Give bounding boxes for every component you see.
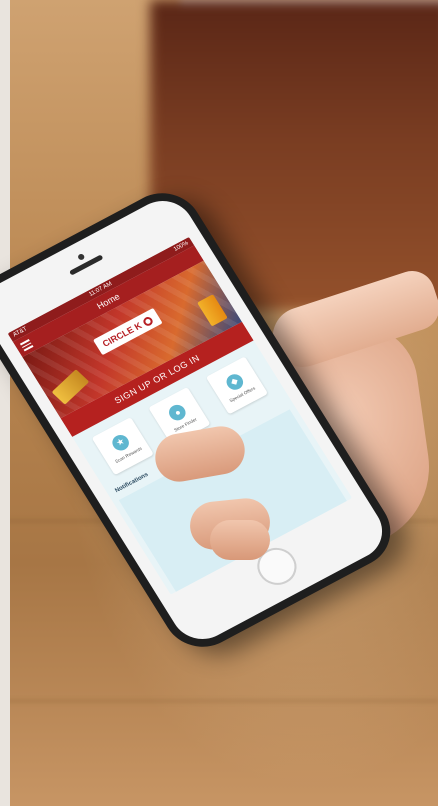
pin-icon: ● bbox=[166, 401, 189, 423]
photo-background: AT&T 11:07 AM 100% Home CIRCLE K SIGN UP… bbox=[0, 0, 438, 806]
logo-mark-icon bbox=[141, 315, 154, 328]
floor-seam bbox=[0, 700, 438, 702]
earpiece-speaker bbox=[68, 254, 104, 276]
star-icon: ★ bbox=[109, 431, 132, 453]
image-edge bbox=[0, 0, 10, 806]
tag-icon: ◆ bbox=[223, 371, 246, 393]
hand-finger bbox=[210, 520, 270, 560]
front-camera bbox=[76, 253, 86, 262]
hamburger-icon[interactable] bbox=[19, 339, 34, 351]
